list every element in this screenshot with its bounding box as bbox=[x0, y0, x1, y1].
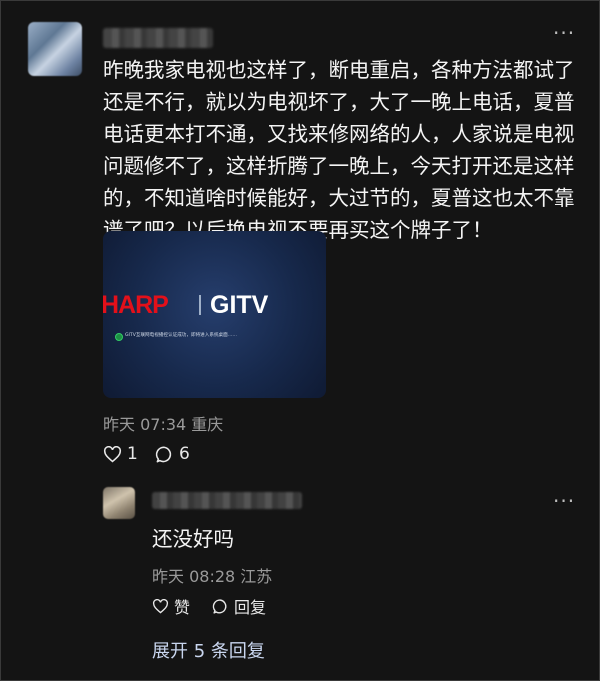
username-blurred[interactable] bbox=[103, 28, 213, 48]
reply-like-button[interactable]: 赞 bbox=[152, 594, 190, 618]
heart-icon bbox=[103, 445, 122, 462]
reply-username-blurred[interactable] bbox=[152, 492, 302, 509]
heart-icon bbox=[152, 598, 169, 614]
comment-icon bbox=[212, 598, 227, 614]
gitv-logo: GITV bbox=[210, 291, 269, 319]
reply-button[interactable]: 回复 bbox=[212, 594, 266, 618]
reply-button-label: 回复 bbox=[234, 598, 267, 617]
avatar[interactable] bbox=[28, 22, 82, 76]
sharp-logo: HARP bbox=[103, 291, 169, 319]
logo-divider bbox=[199, 295, 201, 315]
reply-avatar[interactable] bbox=[103, 487, 135, 519]
reply-like-label: 赞 bbox=[174, 598, 191, 617]
comment-icon bbox=[155, 446, 172, 462]
check-circle-icon bbox=[115, 333, 123, 341]
more-options-button[interactable]: ··· bbox=[553, 21, 575, 45]
tv-status-message: GITV互联网电视播控认证成功，即将进入系统桌面…… bbox=[125, 333, 237, 338]
comment-count: 6 bbox=[179, 444, 190, 464]
post-image[interactable]: HARP GITV GITV互联网电视播控认证成功，即将进入系统桌面…… bbox=[103, 231, 326, 398]
comment-button[interactable]: 6 bbox=[155, 444, 190, 464]
post-text: 昨晚我家电视也这样了，断电重启，各种方法都试了还是不行，就以为电视坏了，大了一晚… bbox=[103, 58, 575, 242]
expand-replies-link[interactable]: 展开 5 条回复 bbox=[152, 637, 265, 663]
post-meta: 昨天 07:34 重庆 bbox=[103, 415, 224, 434]
like-count: 1 bbox=[127, 444, 138, 464]
reply-text: 还没好吗 bbox=[152, 527, 234, 551]
reply-more-options-button[interactable]: ··· bbox=[553, 489, 575, 513]
like-button[interactable]: 1 bbox=[103, 444, 138, 464]
reply-meta: 昨天 08:28 江苏 bbox=[152, 567, 273, 586]
